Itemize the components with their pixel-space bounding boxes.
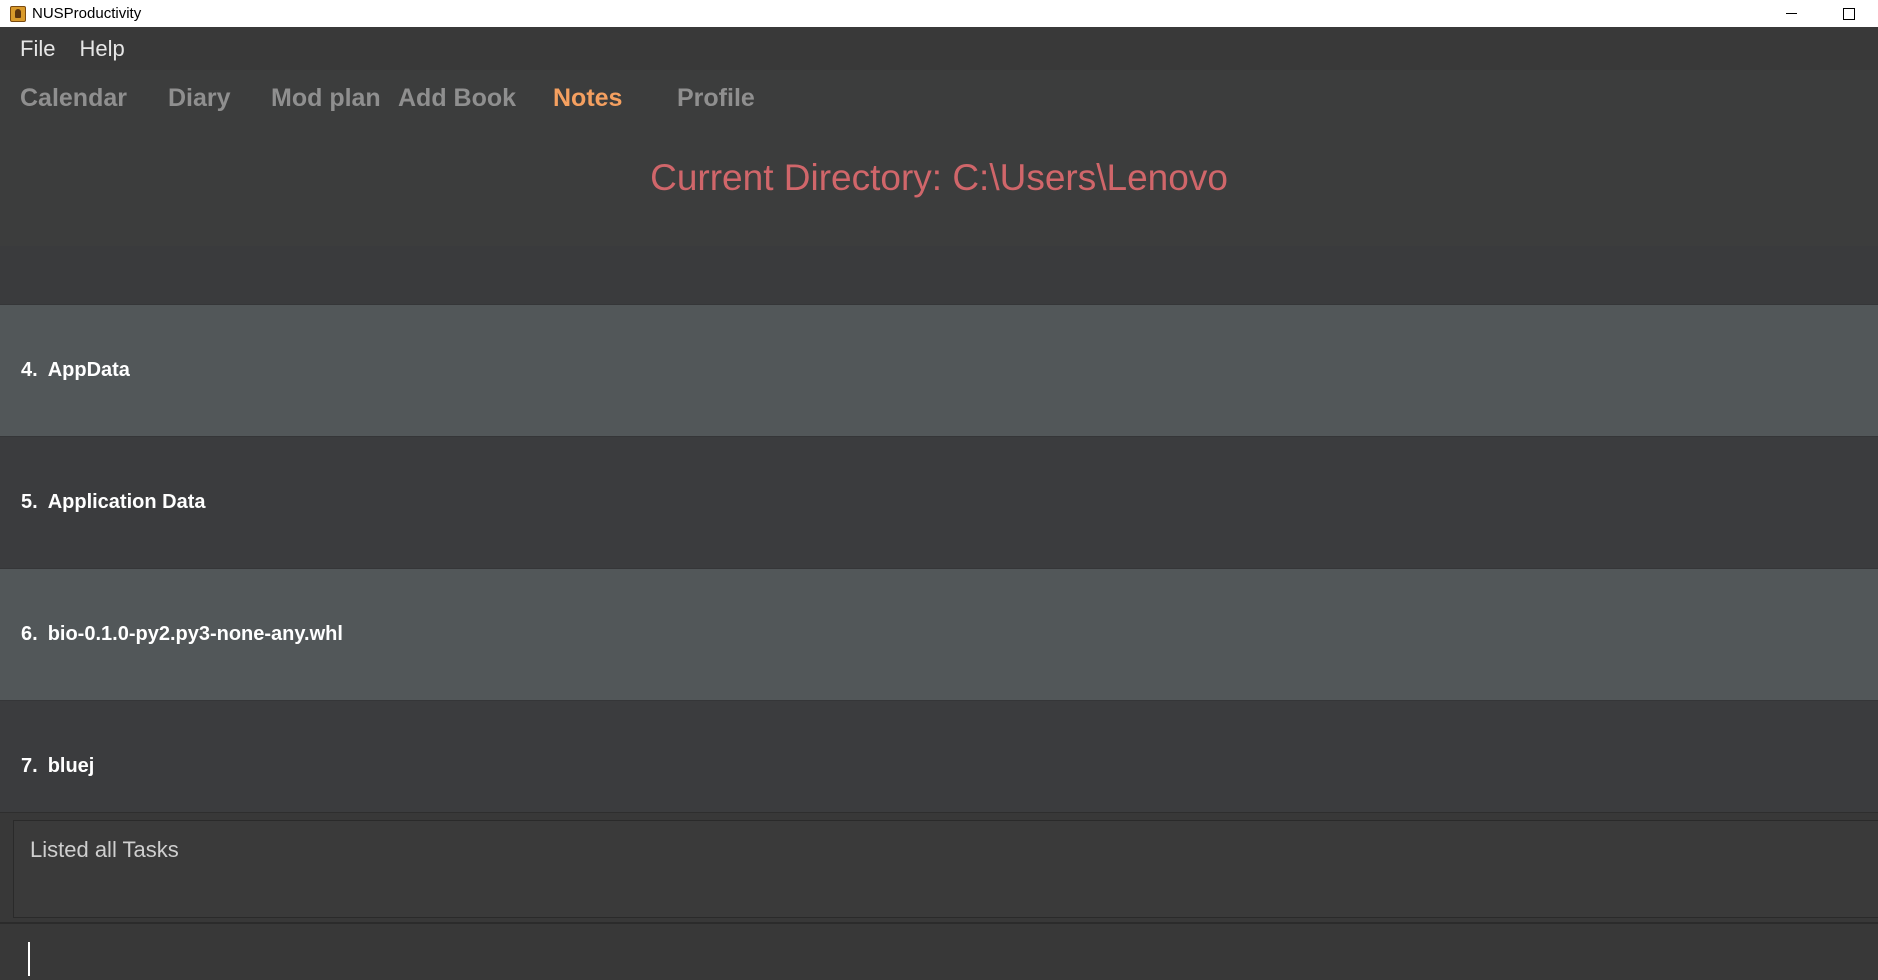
menu-help[interactable]: Help — [79, 36, 124, 62]
list-item[interactable]: 4. AppData — [0, 304, 1878, 436]
directory-header: Current Directory: C:\Users\Lenovo — [0, 128, 1878, 246]
command-input[interactable] — [13, 924, 1878, 980]
app-icon — [10, 5, 26, 22]
list-item-name: Application Data — [47, 491, 206, 513]
list-top-spacer — [0, 246, 1878, 304]
list-item[interactable]: 5. Application Data — [0, 436, 1878, 568]
list-item-name: bio-0.1.0-py2.py3-none-any.whl — [47, 623, 343, 645]
tab-notes[interactable]: Notes — [553, 84, 622, 113]
text-caret — [28, 942, 30, 976]
result-display-panel: Listed all Tasks — [0, 812, 1878, 922]
tab-diary[interactable]: Diary — [168, 84, 231, 113]
file-list[interactable]: 4. AppData 5. Application Data 6. bio-0.… — [0, 304, 1878, 832]
menu-bar: File Help — [0, 27, 1878, 70]
window-title: NUSProductivity — [32, 5, 142, 22]
tab-mod-plan[interactable]: Mod plan — [271, 84, 381, 113]
list-item-name: bluej — [47, 755, 95, 777]
tab-bar: Calendar Diary Mod plan Add Book Notes P… — [0, 70, 1878, 128]
list-item-index: 6. — [21, 623, 38, 645]
list-item[interactable]: 6. bio-0.1.0-py2.py3-none-any.whl — [0, 568, 1878, 700]
list-item-index: 5. — [21, 491, 38, 513]
list-item-name: AppData — [47, 359, 130, 381]
list-item-index: 7. — [21, 755, 38, 777]
window-controls — [1762, 0, 1878, 27]
current-directory-label: Current Directory: C:\Users\Lenovo — [650, 157, 1228, 198]
maximize-icon — [1843, 7, 1855, 20]
menu-file[interactable]: File — [20, 36, 55, 62]
result-message: Listed all Tasks — [30, 837, 179, 862]
result-display[interactable]: Listed all Tasks — [13, 820, 1878, 918]
minimize-icon — [1785, 13, 1797, 14]
tab-calendar[interactable]: Calendar — [20, 84, 127, 113]
minimize-button[interactable] — [1762, 0, 1820, 27]
command-box — [0, 922, 1878, 980]
tab-profile[interactable]: Profile — [677, 84, 755, 113]
list-item-index: 4. — [21, 359, 38, 381]
maximize-button[interactable] — [1820, 0, 1878, 27]
window-title-bar: NUSProductivity — [0, 0, 1878, 27]
tab-add-book[interactable]: Add Book — [398, 84, 516, 113]
